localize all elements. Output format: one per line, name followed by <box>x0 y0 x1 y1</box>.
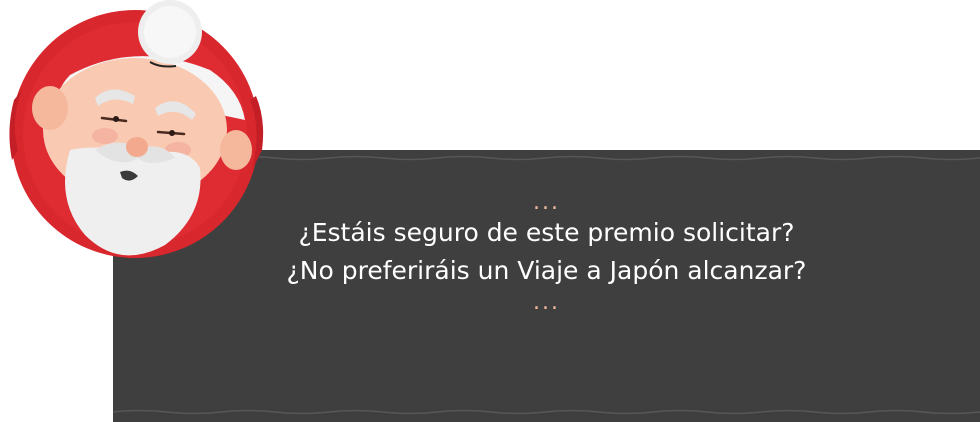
ellipsis-bottom: ... <box>533 290 560 315</box>
wavy-bottom-border <box>113 409 980 415</box>
santa-claus-icon <box>9 0 264 258</box>
